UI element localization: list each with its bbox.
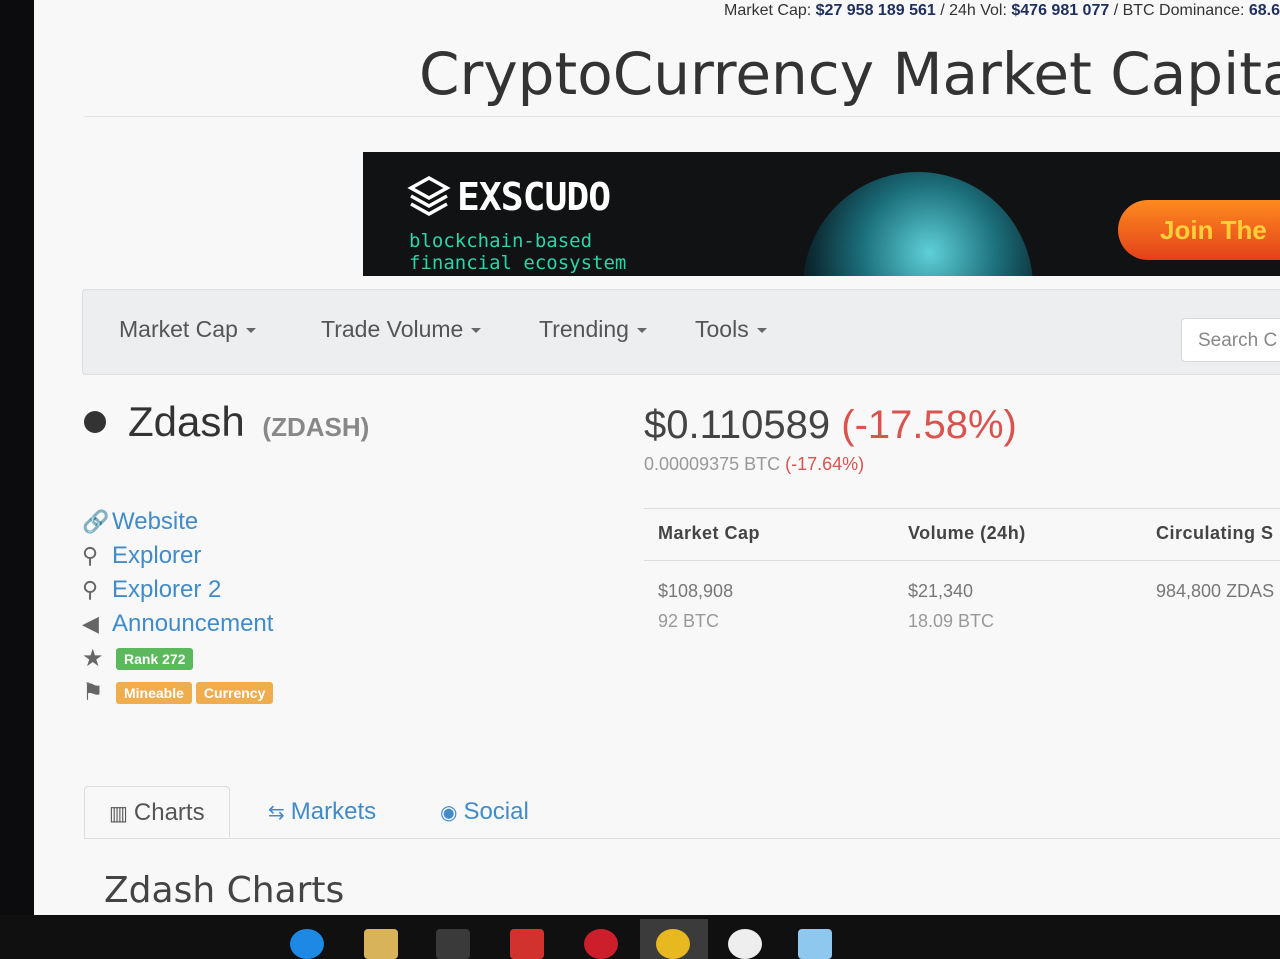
link-icon: 🔗 bbox=[82, 509, 110, 534]
opera-icon[interactable] bbox=[584, 929, 618, 959]
main-navbar: Market Cap Trade Volume Trending Tools S… bbox=[82, 289, 1280, 375]
price-change-btc: (-17.64%) bbox=[785, 454, 865, 474]
store-icon[interactable] bbox=[436, 929, 470, 959]
tag-badge-mineable[interactable]: Mineable bbox=[116, 681, 192, 704]
banner-brand: EXSCUDO bbox=[457, 175, 611, 219]
price-change-usd: (-17.58%) bbox=[841, 403, 1017, 447]
coin-price-btc: 0.00009375 BTC (-17.64%) bbox=[644, 454, 864, 475]
global-market-cap: $27 958 189 561 bbox=[815, 2, 936, 19]
market-cap-label: Market Cap: bbox=[724, 2, 816, 19]
stats-top-rule bbox=[644, 508, 1280, 509]
explorer-2-link-label: Explorer 2 bbox=[112, 576, 222, 603]
global-volume: $476 981 077 bbox=[1011, 2, 1110, 19]
nav-market-cap-label: Market Cap bbox=[119, 316, 238, 342]
caret-down-icon bbox=[756, 328, 767, 333]
tab-charts[interactable]: ▥ Charts bbox=[84, 786, 230, 838]
search-icon: ⚲ bbox=[82, 543, 99, 568]
star-icon: ★ bbox=[82, 645, 104, 672]
stat-value-volume: $21,340 bbox=[908, 581, 974, 601]
nav-tools-label: Tools bbox=[695, 316, 749, 342]
tab-markets[interactable]: ⇆ Markets bbox=[268, 786, 376, 838]
announcement-link-label: Announcement bbox=[112, 610, 274, 637]
tag-badge-currency[interactable]: Currency bbox=[195, 681, 274, 704]
slack-icon[interactable] bbox=[728, 929, 762, 959]
stat-header-circulating-supply: Circulating S bbox=[1156, 523, 1274, 543]
globe-graphic bbox=[803, 172, 1033, 276]
volume-label: / 24h Vol: bbox=[935, 2, 1012, 19]
global-stats-bar: Market Cap: $27 958 189 561 / 24h Vol: $… bbox=[34, 0, 1280, 28]
bar-chart-icon: ▥ bbox=[109, 803, 128, 825]
ad-banner[interactable]: EXSCUDO blockchain-based financial ecosy… bbox=[363, 152, 1280, 276]
website-link-label: Website bbox=[112, 508, 199, 535]
stat-header-volume: Volume (24h) bbox=[908, 523, 1026, 543]
banner-tagline-line-1: blockchain-based bbox=[409, 230, 593, 252]
rank-row: ★ Rank 272 bbox=[82, 644, 277, 678]
app-icon[interactable] bbox=[510, 929, 544, 959]
coin-symbol: (ZDASH) bbox=[262, 412, 370, 442]
tags-icon: ⚑ bbox=[82, 679, 104, 706]
nav-tools[interactable]: Tools bbox=[695, 316, 767, 343]
dominance-label: / BTC Dominance: bbox=[1109, 2, 1249, 19]
announcement-link[interactable]: ◀ Announcement bbox=[82, 610, 277, 644]
website-link[interactable]: 🔗 Website bbox=[82, 508, 277, 542]
nav-market-cap[interactable]: Market Cap bbox=[119, 316, 256, 343]
price-usd: $0.110589 bbox=[644, 403, 831, 447]
tab-markets-label: Markets bbox=[290, 798, 377, 825]
title-divider bbox=[84, 116, 1280, 117]
caret-down-icon bbox=[245, 328, 256, 333]
search-icon: ⚲ bbox=[82, 577, 99, 602]
tags-row: ⚑ Mineable Currency bbox=[82, 678, 277, 712]
nav-trade-volume-label: Trade Volume bbox=[321, 316, 464, 342]
coin-links: 🔗 Website ⚲ Explorer ⚲ Explorer 2 ◀ Announce… bbox=[82, 508, 277, 712]
stat-header-market-cap: Market Cap bbox=[658, 523, 761, 543]
bullhorn-icon: ◀ bbox=[82, 611, 99, 636]
stat-value-market-cap: $108,908 bbox=[658, 581, 734, 601]
file-explorer-icon[interactable] bbox=[364, 929, 398, 959]
coin-name: Zdash bbox=[128, 398, 245, 445]
caret-down-icon bbox=[636, 328, 647, 333]
price-btc: 0.00009375 BTC bbox=[644, 454, 781, 474]
explorer-2-link[interactable]: ⚲ Explorer 2 bbox=[82, 576, 277, 610]
coin-tabs: ▥ Charts ⇆ Markets ◉ Social bbox=[84, 786, 1280, 839]
coin-heading: Zdash (ZDASH) bbox=[128, 398, 369, 446]
stats-header-rule bbox=[644, 560, 1280, 561]
tab-social-label: Social bbox=[463, 798, 529, 825]
edge-browser-icon[interactable] bbox=[290, 929, 324, 959]
caret-down-icon bbox=[471, 328, 482, 333]
banner-tagline-line-2: financial ecosystem bbox=[409, 252, 627, 274]
site-title[interactable]: CryptoCurrency Market Capitalizatio bbox=[419, 40, 1280, 108]
chrome-icon[interactable] bbox=[656, 929, 690, 959]
coin-price: $0.110589 (-17.58%) bbox=[644, 403, 1017, 448]
app-icon-2[interactable] bbox=[798, 929, 832, 959]
explorer-link[interactable]: ⚲ Explorer bbox=[82, 542, 277, 576]
nav-trade-volume[interactable]: Trade Volume bbox=[321, 316, 482, 343]
banner-join-button[interactable]: Join The bbox=[1118, 200, 1280, 260]
exscudo-logo-icon bbox=[407, 175, 451, 217]
globe-icon: ◉ bbox=[440, 802, 458, 824]
btc-dominance: 68.6 bbox=[1248, 2, 1280, 19]
rank-badge: Rank 272 bbox=[116, 647, 194, 670]
section-title: Zdash Charts bbox=[104, 870, 345, 911]
tab-social[interactable]: ◉ Social bbox=[440, 786, 529, 838]
os-taskbar bbox=[0, 915, 1280, 959]
tab-charts-label: Charts bbox=[133, 799, 205, 826]
banner-tagline: blockchain-based financial ecosystem bbox=[409, 230, 626, 274]
explorer-link-label: Explorer bbox=[112, 542, 202, 569]
nav-trending[interactable]: Trending bbox=[539, 316, 647, 343]
banner-logo: EXSCUDO bbox=[407, 174, 611, 219]
search-input[interactable]: Search C bbox=[1181, 318, 1280, 362]
nav-trending-label: Trending bbox=[539, 316, 629, 342]
exchange-icon: ⇆ bbox=[268, 802, 285, 824]
stat-sub-market-cap: 92 BTC bbox=[658, 611, 720, 631]
browser-page: Market Cap: $27 958 189 561 / 24h Vol: $… bbox=[34, 0, 1280, 940]
stat-value-circulating-supply: 984,800 ZDAS bbox=[1156, 581, 1275, 601]
coin-logo-icon bbox=[84, 411, 106, 433]
stat-sub-volume: 18.09 BTC bbox=[908, 611, 995, 631]
